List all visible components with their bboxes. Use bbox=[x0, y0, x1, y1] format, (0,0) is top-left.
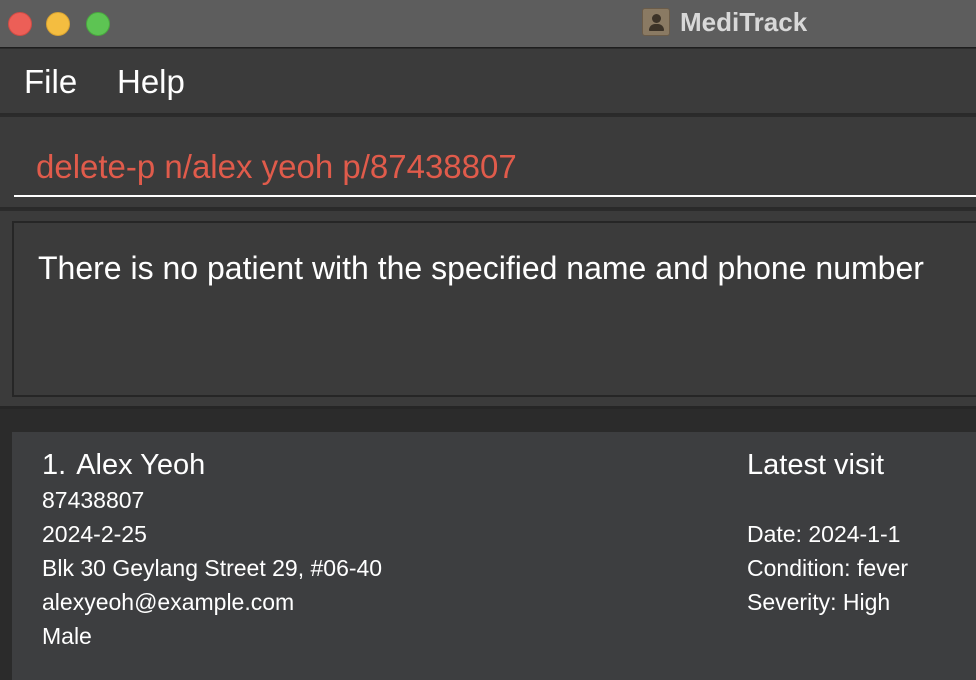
window-title: MediTrack bbox=[680, 7, 808, 37]
command-input[interactable] bbox=[14, 139, 976, 197]
patient-index: 1. bbox=[42, 449, 67, 481]
patient-gender: Male bbox=[42, 623, 92, 649]
latest-visit-heading: Latest visit bbox=[747, 449, 884, 481]
minimize-window-button[interactable] bbox=[46, 12, 70, 36]
patient-dob: 2024-2-25 bbox=[42, 521, 147, 547]
patient-email: alexyeoh@example.com bbox=[42, 589, 295, 615]
patient-address: Blk 30 Geylang Street 29, #06-40 bbox=[42, 555, 383, 581]
contact-book-icon bbox=[642, 8, 670, 36]
visit-severity: Severity: High bbox=[747, 589, 891, 615]
patient-phone: 87438807 bbox=[42, 487, 145, 513]
visit-date: Date: 2024-1-1 bbox=[747, 521, 901, 547]
visit-condition: Condition: fever bbox=[747, 555, 909, 581]
maximize-window-button[interactable] bbox=[86, 12, 110, 36]
close-window-button[interactable] bbox=[8, 12, 32, 36]
menu-help[interactable]: Help bbox=[117, 63, 185, 101]
command-box bbox=[0, 117, 976, 209]
menu-file[interactable]: File bbox=[24, 63, 77, 101]
window-titlebar: MediTrack bbox=[0, 0, 976, 48]
result-display-panel: There is no patient with the specified n… bbox=[0, 211, 976, 409]
patient-card[interactable]: 1. Alex Yeoh 87438807 2024-2-25 Blk 30 Ge… bbox=[12, 432, 976, 680]
result-display: There is no patient with the specified n… bbox=[12, 221, 976, 397]
patient-name-line: 1. Alex Yeoh bbox=[42, 448, 205, 482]
menu-bar: File Help bbox=[0, 49, 976, 115]
patient-list: 1. Alex Yeoh 87438807 2024-2-25 Blk 30 Ge… bbox=[0, 412, 976, 680]
result-message: There is no patient with the specified n… bbox=[38, 250, 924, 286]
patient-name: Alex Yeoh bbox=[76, 449, 206, 481]
